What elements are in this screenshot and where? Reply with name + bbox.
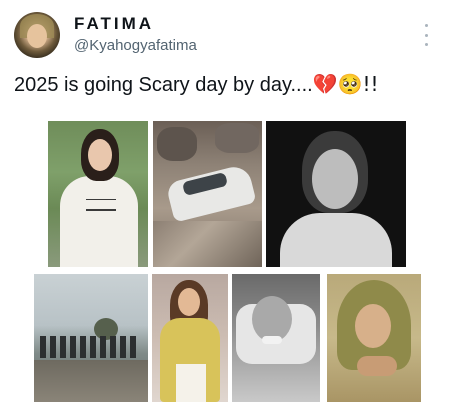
face-shape (355, 304, 391, 348)
author-handle[interactable]: @Kyahogyafatima (74, 37, 197, 54)
author-display-name[interactable]: FATIMA (74, 14, 154, 34)
face-shape (88, 139, 112, 171)
flood-water (34, 360, 148, 402)
shirt-shape (60, 176, 138, 267)
rock-shape (215, 123, 259, 153)
dot-icon (424, 43, 428, 46)
profile-avatar[interactable] (14, 12, 60, 58)
photo-patient-hospital-bw[interactable] (232, 274, 320, 402)
photo-crushed-car-rubble[interactable] (153, 121, 262, 267)
photo-girl-white-shirt[interactable] (48, 121, 148, 267)
face-shape (312, 149, 358, 209)
photo-older-woman-bw[interactable] (266, 121, 406, 267)
body-shape (280, 213, 392, 267)
people-group (40, 336, 136, 358)
avatar-face (27, 24, 47, 48)
dot-icon (424, 24, 428, 27)
photo-flood-people[interactable] (34, 274, 148, 402)
tweet-emojis: 💔🥺!! (312, 72, 379, 96)
dot-icon (424, 33, 428, 37)
photo-painting-veiled-woman[interactable] (327, 274, 421, 402)
rock-shape (157, 127, 197, 161)
photo-woman-yellow-dress[interactable] (152, 274, 228, 402)
car-shape (165, 163, 257, 223)
pants-shape (176, 364, 206, 402)
face-shape (178, 288, 200, 316)
tube-shape (262, 336, 282, 344)
hand-shape (357, 356, 397, 376)
rubble-shape (153, 221, 262, 267)
tweet-text: 2025 is going Scary day by day....💔🥺!! (14, 72, 379, 97)
tweet-header: FATIMA @Kyahogyafatima (14, 12, 436, 62)
shirt-print (86, 199, 116, 211)
more-options-icon[interactable] (420, 24, 432, 46)
tweet-body: 2025 is going Scary day by day.... (14, 74, 313, 96)
